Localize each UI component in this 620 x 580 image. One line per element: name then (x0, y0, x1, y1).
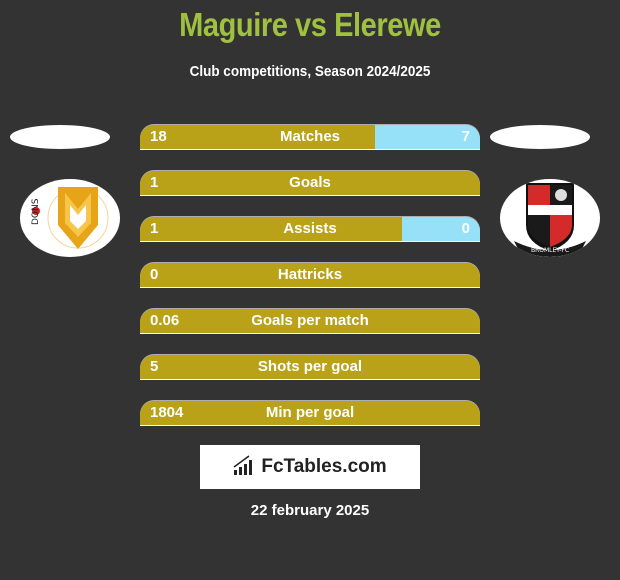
stat-row-hattricks: 0 Hattricks (140, 263, 480, 287)
stat-label: Assists (283, 220, 337, 237)
fctables-logo[interactable]: FcTables.com (200, 445, 420, 489)
bromley-fc-crest-icon: BROMLEY-FC (500, 179, 600, 257)
page-title: Maguire vs Elerewe (179, 6, 441, 43)
stat-label: Min per goal (265, 404, 355, 421)
left-player-pill (10, 125, 110, 149)
right-value: 7 (461, 128, 470, 145)
stat-label: Hattricks (277, 266, 343, 283)
svg-text:BROMLEY-FC: BROMLEY-FC (531, 247, 569, 254)
page-subtitle: Club competitions, Season 2024/2025 (189, 63, 431, 80)
stat-label: Goals (289, 174, 331, 191)
mk-dons-crest-icon: DONS (20, 179, 120, 257)
right-player-pill (490, 125, 590, 149)
bar-chart-icon (233, 454, 255, 481)
stat-label: Shots per goal (257, 358, 363, 375)
stat-row-matches: 18 Matches 7 (140, 125, 480, 149)
stat-label: Matches (279, 128, 341, 145)
date-label: 22 february 2025 (250, 502, 370, 519)
brand-name: FcTables.com (261, 456, 387, 477)
stat-row-shots-per-goal: 5 Shots per goal (140, 355, 480, 379)
svg-text:DONS: DONS (31, 198, 41, 225)
right-value: 0 (461, 220, 470, 237)
stat-row-goals: 1 Goals (140, 171, 480, 195)
stat-row-goals-per-match: 0.06 Goals per match (140, 309, 480, 333)
stat-row-min-per-goal: 1804 Min per goal (140, 401, 480, 425)
stat-label: Goals per match (251, 312, 369, 329)
stat-row-assists: 1 Assists 0 (140, 217, 480, 241)
